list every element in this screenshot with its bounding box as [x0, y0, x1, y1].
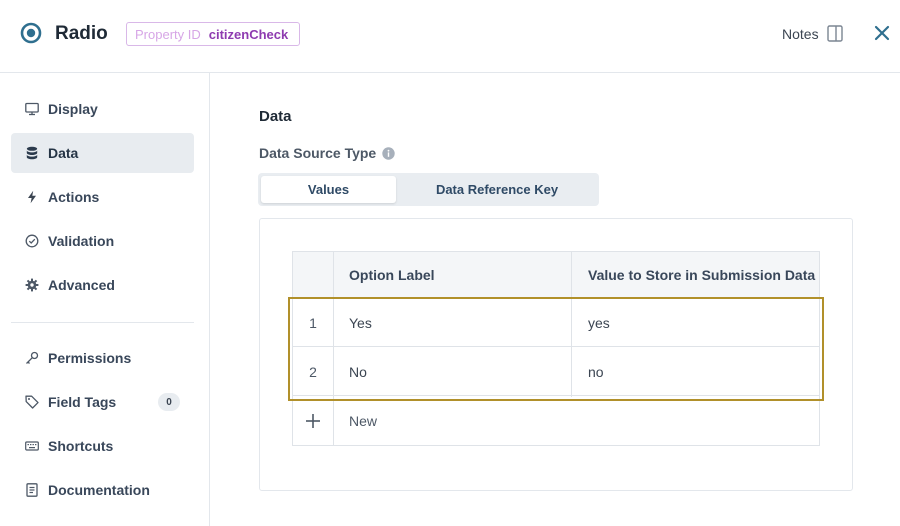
property-id-badge[interactable]: Property ID citizenCheck [126, 22, 301, 46]
column-divider [333, 252, 334, 445]
property-id-value: citizenCheck [208, 26, 289, 42]
column-divider [571, 252, 572, 397]
option-value-cell[interactable]: no [588, 364, 604, 380]
table-header: Option Label Value to Store in Submissio… [293, 252, 819, 298]
sidebar-divider [11, 322, 194, 323]
tag-icon [25, 395, 39, 409]
check-circle-icon [25, 234, 39, 248]
section-title: Data [259, 108, 292, 125]
monitor-icon [25, 102, 39, 116]
sidebar-item-label: Actions [48, 189, 100, 205]
new-option-label[interactable]: New [349, 413, 377, 429]
sidebar-item-field-tags[interactable]: Field Tags 0 [11, 382, 194, 422]
data-source-type-text: Data Source Type [259, 145, 377, 161]
lightning-icon [25, 190, 39, 204]
notes-button[interactable]: Notes [782, 25, 843, 42]
row-index: 1 [309, 315, 317, 331]
key-icon [25, 351, 39, 365]
page-title: Radio [55, 23, 108, 44]
notes-label: Notes [782, 25, 819, 42]
sidebar-item-actions[interactable]: Actions [11, 177, 194, 217]
data-reference-key-segment[interactable]: Data Reference Key [398, 176, 596, 203]
sidebar-item-data[interactable]: Data [11, 133, 194, 173]
table-row[interactable]: 1 Yes yes [293, 299, 819, 347]
sidebar-item-display[interactable]: Display [11, 89, 194, 129]
option-value-cell[interactable]: yes [588, 315, 610, 331]
sidebar-item-label: Documentation [48, 482, 150, 498]
sidebar-item-label: Shortcuts [48, 438, 114, 454]
sidebar-item-label: Permissions [48, 350, 132, 366]
panel-icon [826, 25, 843, 42]
header: Radio Property ID citizenCheck Notes [0, 0, 900, 73]
sidebar-item-shortcuts[interactable]: Shortcuts [11, 426, 194, 466]
radio-icon [20, 22, 42, 44]
sidebar-item-validation[interactable]: Validation [11, 221, 194, 261]
info-icon[interactable] [382, 146, 395, 160]
sidebar-item-label: Field Tags [48, 394, 117, 410]
gear-icon [25, 278, 39, 292]
plus-icon[interactable] [305, 413, 321, 429]
sidebar-item-label: Validation [48, 233, 115, 249]
count-badge: 0 [158, 393, 180, 411]
values-segment[interactable]: Values [261, 176, 396, 203]
row-index: 2 [309, 364, 317, 380]
sidebar: Display Data Actions Validation Advanced… [0, 73, 210, 526]
close-icon[interactable] [874, 25, 890, 41]
column-header-option-label: Option Label [349, 267, 435, 283]
data-source-type-label: Data Source Type [259, 145, 395, 161]
sidebar-item-label: Display [48, 101, 98, 117]
document-icon [25, 483, 39, 497]
option-label-cell[interactable]: Yes [349, 315, 372, 331]
data-source-type-toggle: Values Data Reference Key [258, 173, 599, 206]
sidebar-item-permissions[interactable]: Permissions [11, 338, 194, 378]
property-id-label: Property ID [135, 26, 201, 42]
column-header-value: Value to Store in Submission Data [588, 267, 816, 283]
table-row[interactable]: 2 No no [293, 348, 819, 396]
new-option-row[interactable]: New [293, 398, 819, 445]
sidebar-item-documentation[interactable]: Documentation [11, 470, 194, 510]
option-label-cell[interactable]: No [349, 364, 367, 380]
database-icon [25, 146, 39, 160]
keyboard-icon [25, 439, 39, 453]
sidebar-item-label: Data [48, 145, 79, 161]
options-table: Option Label Value to Store in Submissio… [292, 251, 820, 446]
sidebar-item-advanced[interactable]: Advanced [11, 265, 194, 305]
sidebar-item-label: Advanced [48, 277, 115, 293]
